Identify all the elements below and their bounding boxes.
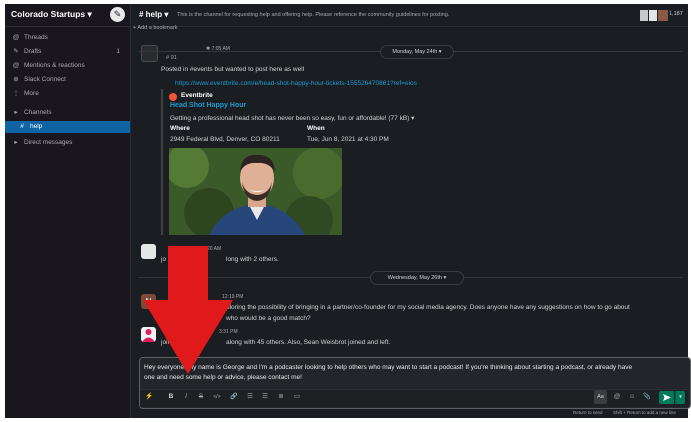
red-arrow-icon [143,246,233,374]
